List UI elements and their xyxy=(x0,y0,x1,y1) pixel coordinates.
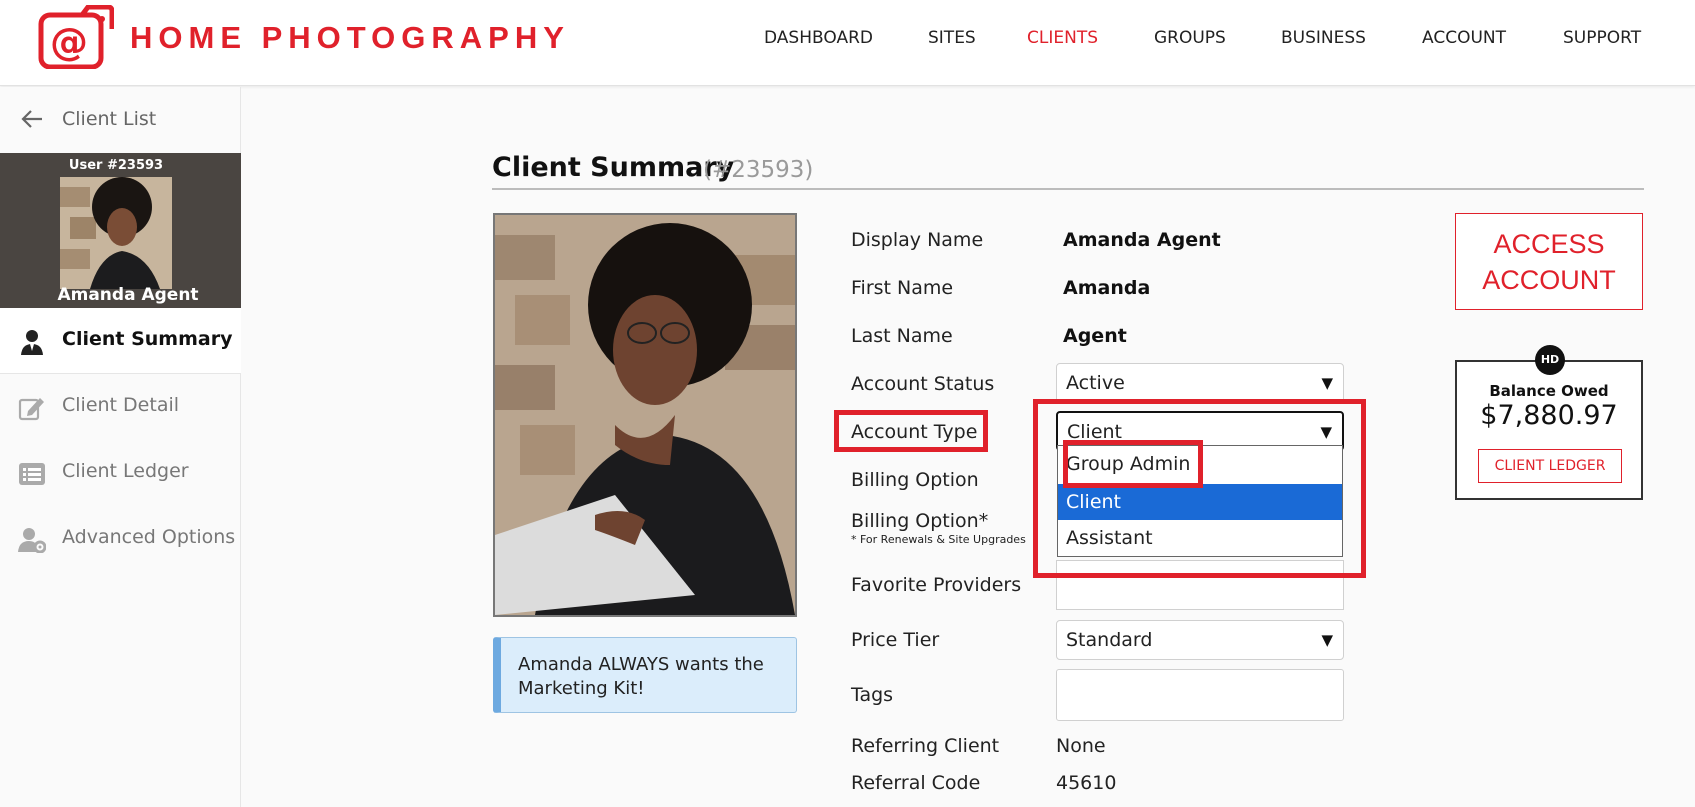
referral-code-value: 45610 xyxy=(1056,772,1117,794)
sidebar-item-label: Client Summary xyxy=(62,328,233,350)
billing-option-star-label: Billing Option* xyxy=(851,510,989,532)
title-divider xyxy=(492,188,1644,190)
access-account-label: ACCESS ACCOUNT xyxy=(1482,229,1616,295)
referring-client-label: Referring Client xyxy=(851,735,1000,757)
user-gear-icon xyxy=(18,528,46,553)
hd-badge: HD xyxy=(1535,345,1565,375)
annotation-account-type-dropdown xyxy=(1033,399,1366,578)
profile-card: User #23593 Amanda Agent xyxy=(0,153,241,308)
display-name-value: Amanda Agent xyxy=(1063,229,1221,251)
annotation-group-admin xyxy=(1063,440,1203,488)
brand-name[interactable]: HOME PHOTOGRAPHY xyxy=(130,20,570,56)
first-name-label: First Name xyxy=(851,277,954,299)
nav-business[interactable]: BUSINESS xyxy=(1281,28,1366,48)
first-name-value: Amanda xyxy=(1063,277,1151,299)
balance-amount: $7,880.97 xyxy=(1480,400,1618,431)
user-id: User #23593 xyxy=(68,158,164,173)
sidebar-item-advanced-options[interactable]: Advanced Options xyxy=(0,506,241,572)
camera-logo-icon[interactable]: @ xyxy=(38,5,114,69)
display-name-label: Display Name xyxy=(851,229,984,251)
access-account-button[interactable]: ACCESS ACCOUNT xyxy=(1455,213,1643,310)
price-tier-select[interactable]: Standard ▼ xyxy=(1056,620,1344,660)
avatar xyxy=(60,177,172,289)
sidebar-item-label: Client Ledger xyxy=(62,460,189,482)
referring-client-value: None xyxy=(1056,735,1106,757)
sidebar-item-client-ledger[interactable]: Client Ledger xyxy=(0,440,241,506)
back-to-client-list[interactable]: Client List xyxy=(0,87,241,153)
last-name-label: Last Name xyxy=(851,325,953,347)
note-text: Amanda ALWAYS wants the Marketing Kit! xyxy=(518,654,764,699)
price-tier-label: Price Tier xyxy=(851,629,940,651)
nav-groups[interactable]: GROUPS xyxy=(1154,28,1226,48)
svg-text:@: @ xyxy=(50,20,88,64)
user-name: Amanda Agent xyxy=(57,285,199,305)
nav-clients[interactable]: CLIENTS xyxy=(1027,28,1098,48)
favorite-providers-label: Favorite Providers xyxy=(851,574,1022,596)
client-ledger-button[interactable]: CLIENT LEDGER xyxy=(1478,449,1622,483)
user-suit-icon xyxy=(21,330,43,355)
referral-code-label: Referral Code xyxy=(851,772,981,794)
caret-down-icon: ▼ xyxy=(1321,631,1333,649)
balance-card: Balance Owed $7,880.97 CLIENT LEDGER xyxy=(1455,360,1643,500)
nav-dashboard[interactable]: DASHBOARD xyxy=(764,28,873,48)
client-id: (#23593) xyxy=(703,157,814,183)
list-icon xyxy=(19,463,45,485)
account-status-label: Account Status xyxy=(851,373,995,395)
tags-input[interactable] xyxy=(1056,669,1344,721)
sidebar-item-label: Advanced Options xyxy=(62,526,236,548)
nav-sites[interactable]: SITES xyxy=(928,28,976,48)
sidebar-item-label: Client Detail xyxy=(62,394,180,416)
billing-option-label: Billing Option xyxy=(851,469,979,491)
nav-account[interactable]: ACCOUNT xyxy=(1422,28,1506,48)
sidebar-item-client-summary[interactable]: Client Summary xyxy=(0,308,241,374)
price-tier-value: Standard xyxy=(1066,629,1153,651)
arrow-left-icon xyxy=(21,110,42,128)
account-status-value: Active xyxy=(1066,372,1125,394)
balance-label: Balance Owed xyxy=(1489,382,1609,400)
annotation-account-type-label xyxy=(834,410,988,452)
tags-label: Tags xyxy=(851,684,894,706)
billing-option-note: * For Renewals & Site Upgrades xyxy=(851,533,1026,546)
top-header: @ HOME PHOTOGRAPHY DASHBOARD SITES CLIEN… xyxy=(0,0,1695,86)
client-photo xyxy=(493,213,797,617)
back-label: Client List xyxy=(62,108,157,130)
account-status-select[interactable]: Active ▼ xyxy=(1056,363,1344,403)
edit-icon xyxy=(18,398,44,421)
last-name-value: Agent xyxy=(1063,325,1127,347)
client-note: Amanda ALWAYS wants the Marketing Kit! xyxy=(493,637,797,713)
page-title: Client Summary xyxy=(492,152,735,183)
sidebar-item-client-detail[interactable]: Client Detail xyxy=(0,374,241,440)
nav-support[interactable]: SUPPORT xyxy=(1563,28,1641,48)
caret-down-icon: ▼ xyxy=(1321,374,1333,392)
sidebar: Client List User #23593 Amanda Agent Cli… xyxy=(0,87,241,807)
